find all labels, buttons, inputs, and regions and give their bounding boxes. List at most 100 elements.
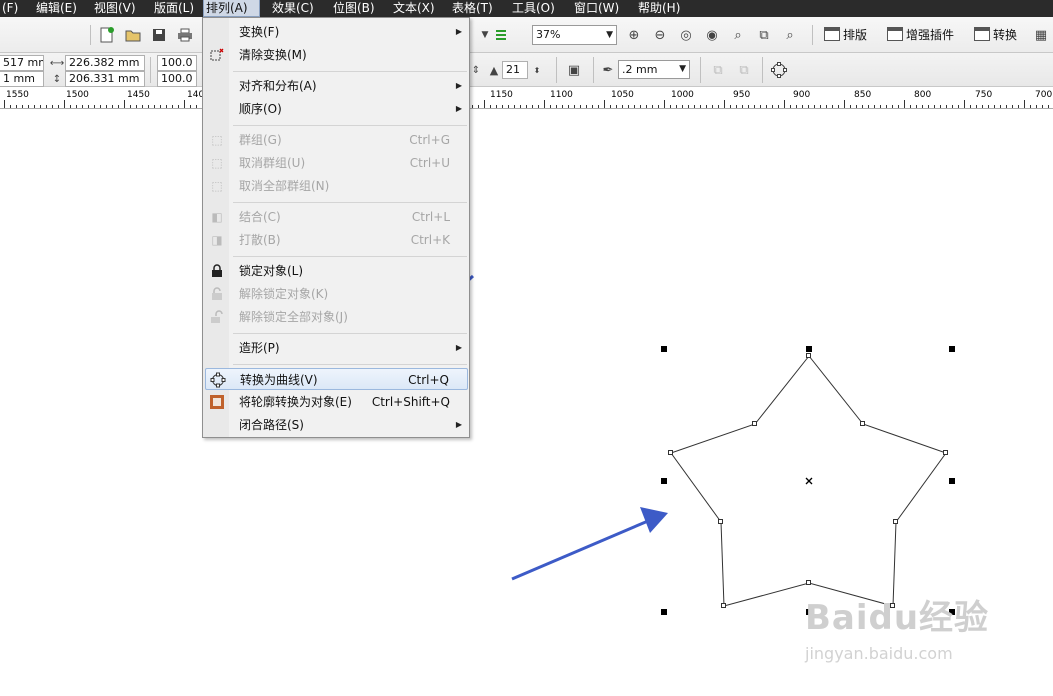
typesetting-button[interactable]: 排版	[822, 24, 867, 46]
ruler-label: 1150	[490, 90, 513, 100]
menu-item-shaping[interactable]: 造形(P) ▶	[205, 337, 468, 359]
menu-item-clear-transform[interactable]: 清除变换(M)	[205, 44, 468, 66]
enhance-plugin-button[interactable]: 增强插件	[885, 24, 954, 46]
to-front-icon[interactable]: ⧉	[709, 61, 727, 79]
outline-width-combo[interactable]: .2 mm ▼	[618, 60, 690, 79]
menu-bitmaps[interactable]: 位图(B)	[331, 0, 377, 17]
menu-help[interactable]: 帮助(H)	[636, 0, 682, 17]
node-handle[interactable]	[806, 353, 811, 358]
menu-edit[interactable]: 编辑(E)	[34, 0, 79, 17]
menu-tools[interactable]: 工具(O)	[510, 0, 557, 17]
zoom-selected-icon[interactable]: ◎	[677, 26, 695, 44]
ruler-tick	[538, 105, 539, 108]
menu-item-ungroup[interactable]: ⬚ 取消群组(U) Ctrl+U	[205, 152, 468, 174]
menu-item-lock-object[interactable]: 锁定对象(L)	[205, 260, 468, 282]
menu-item-align-distribute[interactable]: 对齐和分布(A) ▶	[205, 75, 468, 97]
menu-item-label: 将轮廓转换为对象(E)	[239, 395, 352, 409]
node-handle[interactable]	[721, 603, 726, 608]
save-icon[interactable]	[150, 26, 168, 44]
menu-arrange[interactable]: 排列(A)	[203, 0, 260, 17]
menu-item-transform[interactable]: 变换(F) ▶	[205, 21, 468, 43]
zoom-all-objects-icon[interactable]: ◉	[703, 26, 721, 44]
zoom-out-icon[interactable]: ⊖	[651, 26, 669, 44]
ruler-tick	[946, 105, 947, 108]
ruler-tick	[136, 105, 137, 108]
menu-view[interactable]: 视图(V)	[92, 0, 138, 17]
new-document-icon[interactable]	[98, 26, 116, 44]
application-launcher-icon[interactable]	[492, 26, 510, 44]
menu-effects[interactable]: 效果(C)	[270, 0, 316, 17]
ruler-tick	[34, 105, 35, 108]
menu-item-group[interactable]: ⬚ 群组(G) Ctrl+G	[205, 129, 468, 151]
menu-layout[interactable]: 版面(L)	[152, 0, 196, 17]
selection-handle[interactable]	[949, 346, 955, 352]
menu-item-shortcut: Ctrl+K	[410, 233, 450, 247]
node-handle[interactable]	[943, 450, 948, 455]
wrap-text-icon[interactable]: ▣	[565, 61, 583, 79]
ruler-tick	[1012, 105, 1013, 108]
submenu-arrow-icon: ▶	[455, 343, 462, 352]
to-back-icon[interactable]: ⧉	[735, 61, 753, 79]
print-icon[interactable]	[176, 26, 194, 44]
selection-handle[interactable]	[806, 346, 812, 352]
menu-bar: (F) 编辑(E) 视图(V) 版面(L) 排列(A) 效果(C) 位图(B) …	[0, 0, 1053, 17]
selection-handle[interactable]	[661, 478, 667, 484]
height-icon: ↕	[52, 73, 62, 85]
convert-label: 转换	[993, 28, 1018, 42]
node-handle[interactable]	[718, 519, 723, 524]
convert-button[interactable]: 转换	[972, 24, 1017, 46]
ruler-tick	[634, 105, 635, 108]
submenu-arrow-icon: ▶	[455, 420, 462, 429]
ruler-tick	[190, 105, 191, 108]
menu-item-unlock-object[interactable]: 解除锁定对象(K)	[205, 283, 468, 305]
menu-window[interactable]: 窗口(W)	[572, 0, 621, 17]
property-bar: 517 mm 1 mm ⟷ ↕ 226.382 mm 206.331 mm 10…	[0, 53, 1053, 87]
scale-y-field[interactable]: 100.0	[157, 71, 197, 87]
open-folder-icon[interactable]	[124, 26, 142, 44]
zoom-level-combo[interactable]: 37% ▼	[532, 25, 617, 45]
polygon-points-field[interactable]: 21	[502, 61, 528, 79]
menu-item-unlock-all[interactable]: 解除锁定全部对象(J)	[205, 306, 468, 328]
zoom-in-icon[interactable]: ⊕	[625, 26, 643, 44]
zoom-width-icon[interactable]: ⧉	[755, 26, 773, 44]
object-height-field[interactable]: 206.331 mm	[65, 71, 145, 87]
menu-file[interactable]: (F)	[0, 0, 20, 17]
menu-item-break-apart[interactable]: ◨ 打散(B) Ctrl+K	[205, 229, 468, 251]
node-handle[interactable]	[668, 450, 673, 455]
ruler-tick	[922, 105, 923, 108]
menu-item-label: 变换(F)	[239, 25, 280, 39]
points-spinner[interactable]: ⬍	[528, 61, 546, 79]
node-handle[interactable]	[860, 421, 865, 426]
convert-to-curves-toolbar-icon[interactable]	[770, 61, 788, 79]
menu-item-close-path[interactable]: 闭合路径(S) ▶	[205, 414, 468, 436]
selection-handle[interactable]	[949, 478, 955, 484]
zoom-page-icon[interactable]: ⌕	[729, 26, 747, 44]
menu-text[interactable]: 文本(X)	[391, 0, 437, 17]
position-x-field[interactable]: 517 mm	[0, 55, 44, 71]
node-handle[interactable]	[806, 580, 811, 585]
ruler-tick	[736, 105, 737, 108]
menu-item-ungroup-all[interactable]: ⬚ 取消全部群组(N)	[205, 175, 468, 197]
object-width-field[interactable]: 226.382 mm	[65, 55, 145, 71]
horizontal-ruler[interactable]: 1550 1500 1450 140 1150 1100 1050 1000 9…	[0, 88, 1053, 109]
node-handle[interactable]	[893, 519, 898, 524]
menu-table[interactable]: 表格(T)	[450, 0, 495, 17]
menu-item-shortcut: Ctrl+G	[409, 133, 450, 147]
menu-item-outline-to-object[interactable]: 将轮廓转换为对象(E) Ctrl+Shift+Q	[205, 391, 468, 413]
ruler-label: 750	[975, 90, 993, 100]
menu-item-combine[interactable]: ◧ 结合(C) Ctrl+L	[205, 206, 468, 228]
position-y-field[interactable]: 1 mm	[0, 71, 44, 87]
menu-item-order[interactable]: 顺序(O) ▶	[205, 98, 468, 120]
grid-icon[interactable]: ▦	[1032, 26, 1050, 44]
node-handle[interactable]	[752, 421, 757, 426]
ruler-label: 1000	[671, 90, 694, 100]
scale-x-field[interactable]: 100.0	[157, 55, 197, 71]
selection-handle[interactable]	[661, 346, 667, 352]
menu-item-label: 结合(C)	[239, 210, 281, 224]
menu-item-convert-to-curves[interactable]: 转换为曲线(V) Ctrl+Q	[205, 368, 468, 390]
menu-divider	[233, 256, 467, 257]
menu-divider	[233, 202, 467, 203]
selection-handle[interactable]	[661, 609, 667, 615]
ruler-tick	[598, 105, 599, 108]
zoom-height-icon[interactable]: ⌕	[781, 26, 799, 44]
